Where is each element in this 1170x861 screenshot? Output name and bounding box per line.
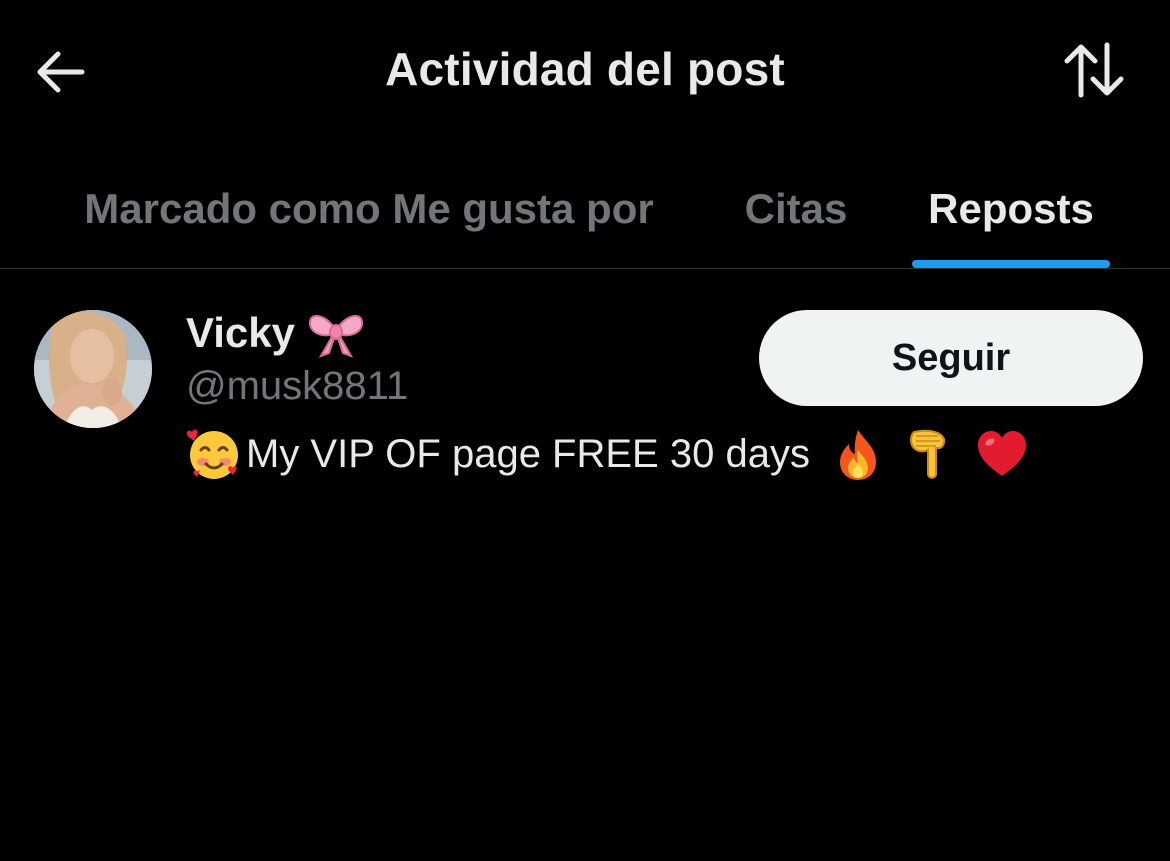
sort-button[interactable] — [1058, 38, 1130, 102]
user-list-item[interactable]: Vicky @musk8811 Seguir My VIP OF page FR… — [0, 290, 1170, 510]
follow-button[interactable]: Seguir — [759, 310, 1143, 406]
active-tab-indicator — [912, 260, 1110, 268]
fire-icon — [839, 430, 876, 480]
tab-label: Citas — [744, 185, 848, 232]
backhand-index-pointing-down-icon — [909, 429, 946, 479]
header: Actividad del post — [0, 0, 1170, 140]
tab-reposts[interactable]: Reposts — [900, 150, 1122, 268]
page-title: Actividad del post — [385, 43, 785, 95]
sort-arrows-icon — [1064, 42, 1124, 98]
tab-liked-by[interactable]: Marcado como Me gusta por — [40, 150, 698, 268]
avatar[interactable] — [34, 310, 152, 428]
tab-label: Marcado como Me gusta por — [84, 185, 654, 232]
smiling-face-with-hearts-icon — [186, 429, 238, 479]
post-activity-screen: Actividad del post Marcado como Me gusta… — [0, 0, 1170, 861]
bio-text: My VIP OF page FREE 30 days — [246, 431, 810, 476]
user-name: Vicky — [186, 309, 295, 356]
user-name-row: Vicky — [186, 308, 365, 358]
tab-quotes[interactable]: Citas — [712, 150, 880, 268]
user-bio: My VIP OF page FREE 30 days — [186, 426, 1030, 482]
tab-label: Reposts — [928, 185, 1094, 232]
red-heart-icon — [977, 431, 1026, 476]
avatar-image — [34, 310, 152, 428]
ribbon-bow-icon — [308, 314, 364, 358]
user-handle: @musk8811 — [186, 364, 409, 408]
tab-bar: Marcado como Me gusta por Citas Reposts — [0, 150, 1170, 269]
